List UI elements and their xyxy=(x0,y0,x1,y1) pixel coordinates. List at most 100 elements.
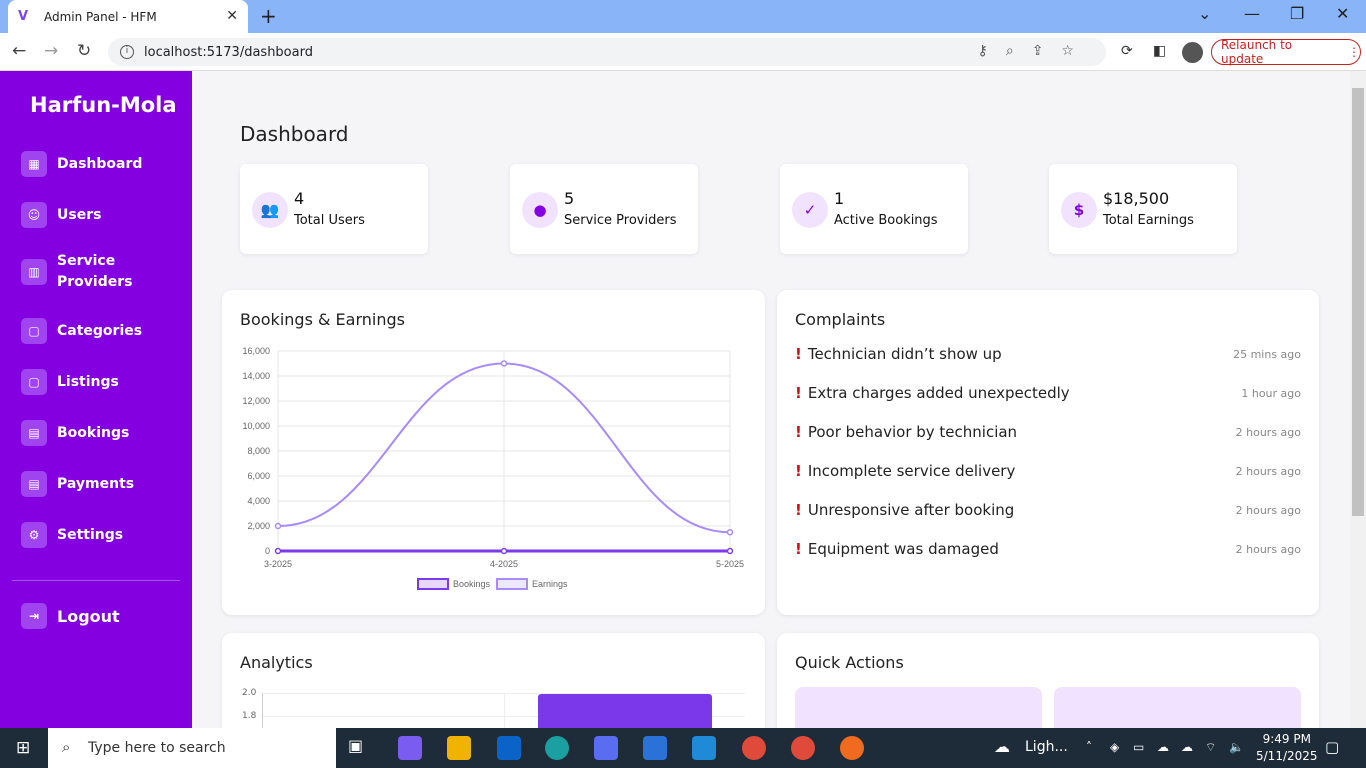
onedrive-business-icon[interactable]: ☁ xyxy=(1181,740,1193,754)
chrome-icon[interactable] xyxy=(742,736,766,760)
bookings-earnings-card: Bookings & Earnings 0 2,000 4,000 6,000 8,00… xyxy=(222,290,765,615)
sidebar-item-dashboard[interactable]: ▦ Dashboard xyxy=(21,151,142,177)
logout-label: Logout xyxy=(57,606,120,626)
relaunch-label: Relaunch to update xyxy=(1221,38,1293,66)
new-tab-icon[interactable]: + xyxy=(260,4,277,28)
sidebar-item-payments[interactable]: ▤ Payments xyxy=(21,471,134,497)
x-tick-label: 4-2025 xyxy=(490,559,518,569)
forward-icon[interactable]: → xyxy=(44,41,58,61)
sidebar-item-settings[interactable]: ⚙ Settings xyxy=(21,522,123,548)
complaint-item[interactable]: ! Extra charges added unexpectedly 1 hour … xyxy=(795,384,1301,402)
analytics-tick: 2.0 xyxy=(242,688,257,698)
sidebar-item-bookings[interactable]: ▤ Bookings xyxy=(21,420,129,446)
copilot-icon[interactable] xyxy=(398,736,422,760)
omnibox-icons[interactable]: ⚷⌕⇪☆ xyxy=(978,43,1092,59)
legend-swatch xyxy=(417,578,449,590)
chrome-profile-icon[interactable] xyxy=(791,736,815,760)
relaunch-button[interactable]: Relaunch to update ⋮ xyxy=(1211,38,1361,66)
side-panel-icon[interactable]: ◧ xyxy=(1153,43,1166,59)
reload-icon[interactable]: ↻ xyxy=(77,41,91,61)
store-icon[interactable] xyxy=(643,736,667,760)
clock[interactable]: 9:49 PM 5/11/2025 xyxy=(1256,731,1318,765)
stat-value: $18,500 xyxy=(1103,189,1170,208)
network-icon[interactable]: ◈ xyxy=(1110,740,1119,754)
data-point xyxy=(726,529,734,536)
profile-avatar[interactable] xyxy=(1182,42,1203,63)
m365-icon[interactable] xyxy=(594,736,618,760)
browser-tab[interactable]: V Admin Panel - HFM ✕ xyxy=(8,0,248,33)
complaint-item[interactable]: ! Unresponsive after booking 2 hours ago xyxy=(795,501,1301,519)
url-text: localhost:5173/dashboard xyxy=(144,44,313,60)
card-title: Analytics xyxy=(240,653,313,672)
alert-icon: ! xyxy=(795,345,802,363)
logout-button[interactable]: ⇥ Logout xyxy=(21,603,120,629)
postman-icon[interactable] xyxy=(840,736,864,760)
complaint-item[interactable]: ! Technician didn’t show up 25 mins ago xyxy=(795,345,1301,363)
main-content: Dashboard 👥 4 Total Users ● 5 Service Pr… xyxy=(192,71,1350,728)
sidebar-item-label: Listings xyxy=(57,374,119,390)
page-scrollbar[interactable] xyxy=(1350,71,1366,728)
building-icon: ▥ xyxy=(21,259,47,285)
quick-action-tile[interactable] xyxy=(795,687,1042,728)
onedrive-icon[interactable]: ☁ xyxy=(1157,740,1169,754)
complaint-time: 2 hours ago xyxy=(1235,542,1301,556)
grid-icon: ▦ xyxy=(21,151,47,177)
data-point xyxy=(274,547,282,555)
edge-icon[interactable] xyxy=(545,736,569,760)
taskbar-search[interactable]: ⌕ Type here to search xyxy=(48,728,336,768)
sidebar-item-users[interactable]: ☺ Users xyxy=(21,202,101,228)
stat-value: 4 xyxy=(294,189,305,208)
battery-icon[interactable]: ▭ xyxy=(1133,740,1144,754)
complaint-text: Poor behavior by technician xyxy=(807,423,1018,441)
alert-icon: ! xyxy=(795,384,802,402)
data-point xyxy=(500,360,508,367)
volume-icon[interactable]: 🔈 xyxy=(1229,740,1244,754)
weather-text[interactable]: Ligh... xyxy=(1025,739,1068,755)
close-tab-icon[interactable]: ✕ xyxy=(226,8,238,24)
stat-card-providers: ● 5 Service Providers xyxy=(510,164,698,254)
back-icon[interactable]: ← xyxy=(12,41,26,61)
restore-icon[interactable]: ❐ xyxy=(1290,4,1304,23)
analytics-tick: 1.8 xyxy=(242,711,257,721)
tray-chevron-icon[interactable]: ˄ xyxy=(1086,740,1092,754)
analytics-card: Analytics 2.0 1.8 xyxy=(222,633,765,728)
sidebar: Harfun-Mola ▦ Dashboard ☺ Users ▥ Servic… xyxy=(0,71,192,728)
sidebar-item-listings[interactable]: ▢ Listings xyxy=(21,369,119,395)
sidebar-item-categories[interactable]: ▢ Categories xyxy=(21,318,142,344)
vscode-icon[interactable] xyxy=(692,736,716,760)
minimize-icon[interactable]: — xyxy=(1244,4,1260,23)
complaint-item[interactable]: ! Poor behavior by technician 2 hours ago xyxy=(795,423,1301,441)
sidebar-item-service-providers[interactable]: ▥ Service Providers xyxy=(21,251,132,293)
complaint-item[interactable]: ! Equipment was damaged 2 hours ago xyxy=(795,540,1301,558)
scrollbar-thumb[interactable] xyxy=(1352,88,1364,516)
wifi-icon[interactable]: ⌔ xyxy=(1205,740,1216,755)
complaint-item[interactable]: ! Incomplete service delivery 2 hours ago xyxy=(795,462,1301,480)
clipboard-icon: ▢ xyxy=(21,318,47,344)
file-explorer-icon[interactable] xyxy=(447,736,471,760)
stat-label: Service Providers xyxy=(564,213,677,228)
tab-search-icon[interactable]: ⌄ xyxy=(1198,4,1211,23)
y-tick-label: 10,000 xyxy=(242,421,270,431)
windows-start-icon[interactable]: ⊞ xyxy=(16,738,30,758)
legend-label: Bookings xyxy=(453,579,491,589)
sidebar-item-label: Categories xyxy=(57,323,143,339)
brand-title: Harfun-Mola xyxy=(30,93,177,117)
complaint-text: Incomplete service delivery xyxy=(807,462,1016,480)
stat-value: 5 xyxy=(564,189,575,208)
url-bar[interactable]: i localhost:5173/dashboard ⚷⌕⇪☆ xyxy=(108,38,1106,66)
card-title: Quick Actions xyxy=(795,653,904,672)
weather-icon[interactable]: ☁ xyxy=(994,737,1010,756)
outlook-icon[interactable] xyxy=(497,736,521,760)
sidebar-item-label: Settings xyxy=(57,527,124,543)
stat-value: 1 xyxy=(834,189,845,208)
quick-action-tile[interactable] xyxy=(1054,687,1301,728)
x-tick-label: 5-2025 xyxy=(716,559,744,569)
complaint-time: 2 hours ago xyxy=(1235,425,1301,439)
site-info-icon[interactable]: i xyxy=(120,45,134,59)
close-window-icon[interactable]: ✕ xyxy=(1336,4,1349,23)
analytics-bar xyxy=(538,694,712,728)
notification-icon[interactable]: ▢ xyxy=(1325,738,1339,756)
extensions-icon[interactable]: ⟳ xyxy=(1121,43,1133,59)
kebab-menu-icon[interactable]: ⋮ xyxy=(1348,45,1360,59)
task-view-icon[interactable]: ▣ xyxy=(348,736,372,760)
